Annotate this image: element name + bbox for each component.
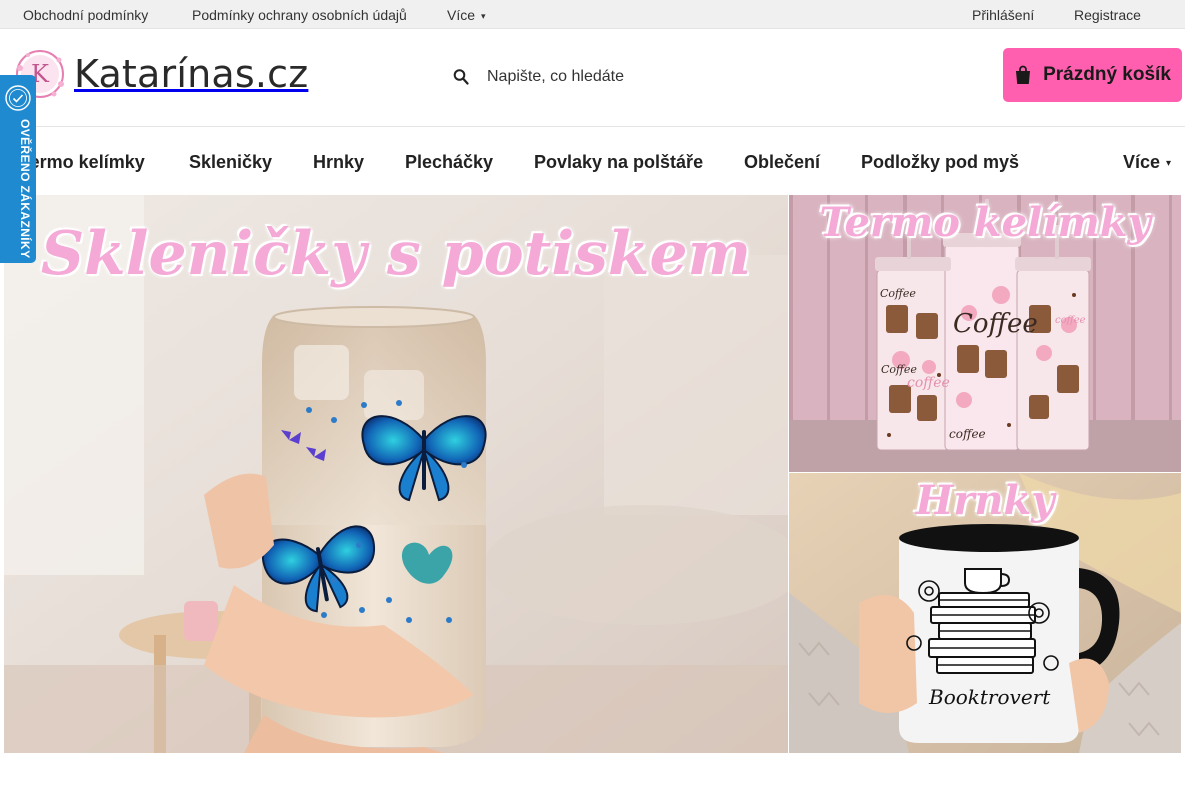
topbar-more-label: Více	[447, 7, 476, 23]
verified-customers-badge[interactable]: OVĚŘENO ZÁKAZNÍKY	[0, 75, 36, 263]
nav-item-termo-kelimky[interactable]: Termo kelímky	[20, 152, 145, 173]
search-bar	[446, 59, 776, 95]
terms-link[interactable]: Obchodní podmínky	[23, 7, 148, 23]
nav-item-povlaky[interactable]: Povlaky na polštáře	[534, 152, 703, 173]
mug-print-text: Booktrovert	[929, 685, 1051, 709]
cup-word-3: coffee	[907, 375, 950, 391]
top-utility-bar: Obchodní podmínky Podmínky ochrany osobn…	[0, 0, 1185, 29]
nav-item-hrnky[interactable]: Hrnky	[313, 152, 364, 173]
nav-more-label: Více	[1123, 152, 1161, 172]
privacy-link[interactable]: Podmínky ochrany osobních údajů	[192, 7, 407, 23]
verified-badge-label: OVĚŘENO ZÁKAZNÍKY	[18, 119, 32, 259]
search-input[interactable]	[487, 68, 767, 86]
cup-word-4: Coffee	[881, 363, 917, 376]
main-navigation: Termo kelímky Skleničky Hrnky Plecháčky …	[0, 127, 1185, 195]
chevron-down-icon: ▾	[481, 11, 486, 21]
banner-hrnky-title: Hrnky	[915, 477, 1055, 524]
search-icon[interactable]	[446, 62, 476, 92]
verified-seal-icon	[5, 85, 31, 111]
banner-sklenicky[interactable]: Skleničky s potiskem	[4, 195, 788, 753]
site-logo[interactable]: K Katarínas.cz	[14, 48, 308, 100]
chevron-down-icon: ▾	[1166, 158, 1172, 169]
banner-termo-kelimky[interactable]: Coffee Coffee coffee Coffee coffee coffe…	[789, 195, 1181, 472]
promo-banners: Skleničky s potiskem Coffee Coffee coffe…	[4, 195, 1181, 753]
cup-word-5: coffee	[949, 427, 986, 441]
cup-word-2: Coffee	[953, 309, 1038, 339]
banner-hrnky[interactable]: Booktrovert Hrnky	[789, 473, 1181, 753]
register-link[interactable]: Registrace	[1074, 7, 1141, 23]
cart-button[interactable]: Prázdný košík	[1003, 48, 1182, 102]
nav-item-obleceni[interactable]: Oblečení	[744, 152, 820, 173]
logo-text: Katarínas.cz	[74, 52, 309, 96]
banner-sklenicky-title: Skleničky s potiskem	[40, 219, 752, 289]
banner-termo-kelimky-title: Termo kelímky	[819, 199, 1151, 246]
nav-item-plechacky[interactable]: Plecháčky	[405, 152, 493, 173]
cup-word-6: coffee	[1055, 315, 1086, 326]
cup-word-1: Coffee	[880, 287, 916, 300]
login-link[interactable]: Přihlášení	[972, 7, 1034, 23]
nav-more-menu[interactable]: Více ▾	[1123, 152, 1171, 173]
topbar-more-menu[interactable]: Více ▾	[447, 7, 486, 23]
cart-label: Prázdný košík	[1043, 64, 1171, 85]
nav-item-sklenicky[interactable]: Skleničky	[189, 152, 272, 173]
site-header: K Katarínas.cz Prázdný košík	[0, 29, 1185, 127]
shopping-bag-icon	[1016, 65, 1031, 84]
nav-item-podlozky[interactable]: Podložky pod myš	[861, 152, 1019, 173]
